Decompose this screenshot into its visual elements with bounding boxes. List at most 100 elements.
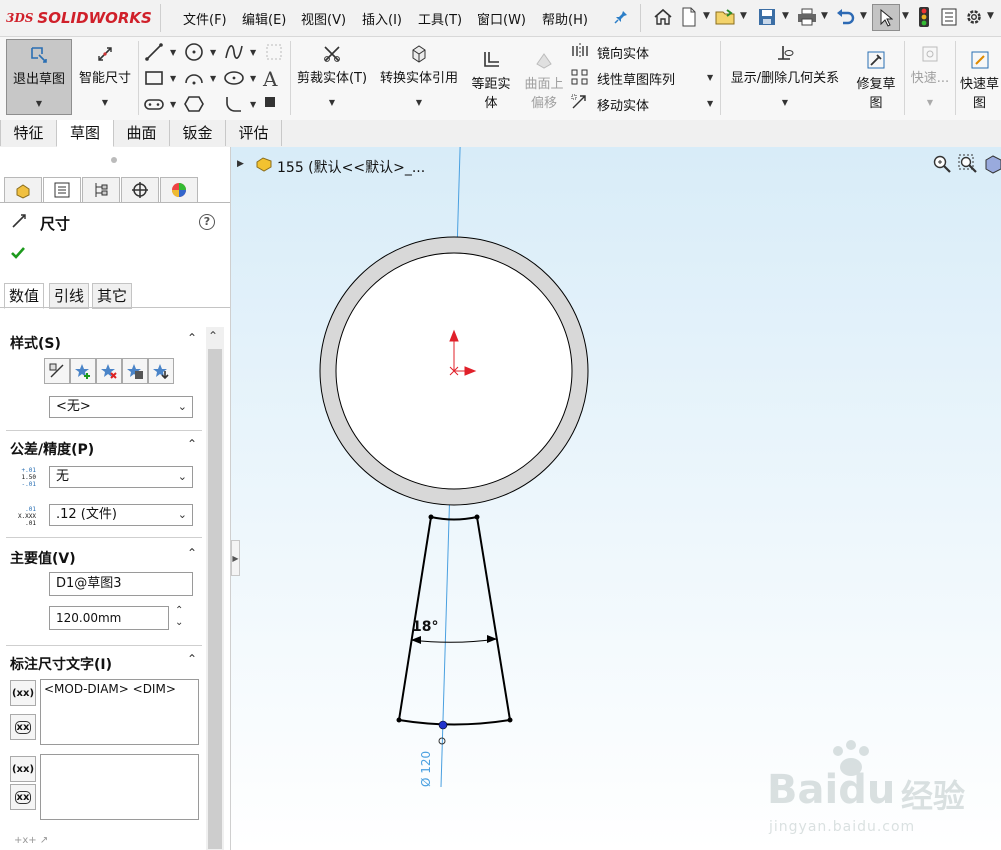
tolerance-section-title[interactable]: 公差/精度(P) <box>10 439 94 459</box>
trim-entities-button[interactable]: 剪裁实体(T) ▼ <box>293 39 371 115</box>
more-symbols-icon[interactable]: +x+ ↗ <box>14 835 48 846</box>
menu-edit[interactable]: 编辑(E) <box>242 9 286 28</box>
chevron-down-icon[interactable]: ▼ <box>250 74 256 83</box>
collapse-chevron-icon[interactable]: ⌃ <box>187 652 197 666</box>
property-manager-tab[interactable] <box>43 177 81 203</box>
pin-icon[interactable] <box>609 5 633 29</box>
move-entities-icon[interactable] <box>571 94 591 112</box>
chevron-down-icon[interactable]: ▼ <box>821 11 828 21</box>
spin-up-icon[interactable]: ⌃ <box>175 605 183 617</box>
endpoint[interactable] <box>474 514 480 520</box>
endpoint[interactable] <box>507 717 513 723</box>
add-parentheses-icon[interactable]: (xx) <box>10 756 36 782</box>
help-icon[interactable]: ? <box>199 214 215 230</box>
undo-icon[interactable] <box>833 5 857 29</box>
diameter-dimension-label[interactable]: Ø 120 <box>419 751 433 787</box>
open-folder-icon[interactable] <box>714 5 738 29</box>
tab-sketch[interactable]: 草图 <box>56 120 114 147</box>
mirror-entities-label[interactable]: 镜向实体 <box>597 43 649 62</box>
tab-features[interactable]: 特征 <box>0 120 57 146</box>
chevron-down-icon[interactable]: ▼ <box>703 11 710 21</box>
solidworks-logo[interactable]: 3DS SOLIDWORKS <box>6 6 152 30</box>
chevron-down-icon[interactable]: ▼ <box>250 100 256 109</box>
dimension-name-field[interactable]: D1@草图3 <box>49 572 193 596</box>
point-icon[interactable] <box>265 97 275 107</box>
style-section-title[interactable]: 样式(S) <box>10 333 61 353</box>
selected-point[interactable] <box>438 720 448 730</box>
angle-dimension-arc[interactable] <box>410 638 498 643</box>
mirror-icon[interactable] <box>571 43 591 61</box>
menu-file[interactable]: 文件(F) <box>183 9 227 28</box>
menu-tools[interactable]: 工具(T) <box>418 9 462 28</box>
dimension-text-area[interactable]: <MOD-DIAM> <DIM> <box>40 679 199 745</box>
top-arc[interactable] <box>430 516 478 521</box>
arc-icon[interactable] <box>183 67 207 89</box>
rectangle-icon[interactable] <box>143 67 167 89</box>
dimension-text-section-title[interactable]: 标注尺寸文字(I) <box>10 654 112 674</box>
rebuild-traffic-light-icon[interactable] <box>912 5 936 29</box>
rapid-sketch-button[interactable]: 快速草 图 <box>958 39 1001 115</box>
construction-geometry-icon[interactable] <box>263 41 287 63</box>
configuration-manager-tab[interactable] <box>82 177 120 203</box>
tab-leaders[interactable]: 引线 <box>49 283 90 309</box>
collapse-chevron-icon[interactable]: ⌃ <box>187 331 197 345</box>
smart-dimension-button[interactable]: 智能尺寸 ▼ <box>74 39 136 115</box>
chevron-down-icon[interactable]: ▼ <box>210 48 216 57</box>
primary-value-section-title[interactable]: 主要值(V) <box>10 548 76 568</box>
polygon-icon[interactable] <box>183 93 207 115</box>
ellipse-icon[interactable] <box>223 67 247 89</box>
endpoint[interactable] <box>396 717 402 723</box>
collapse-chevron-icon[interactable]: ⌃ <box>187 546 197 560</box>
dimension-text-area-2[interactable] <box>40 754 199 820</box>
linear-pattern-label[interactable]: 线性草图阵列 <box>597 69 675 88</box>
chevron-down-icon[interactable]: ▼ <box>7 99 71 108</box>
chevron-down-icon[interactable]: ▼ <box>170 74 176 83</box>
exit-sketch-button[interactable]: 退出草图 ▼ <box>6 39 72 115</box>
splitter-dot[interactable] <box>111 157 117 163</box>
slot-icon[interactable] <box>143 93 167 115</box>
add-style-icon[interactable] <box>70 358 96 384</box>
save-icon[interactable] <box>755 5 779 29</box>
fillet-icon[interactable] <box>223 93 247 115</box>
style-select[interactable]: <无> ⌄ <box>49 396 193 418</box>
home-icon[interactable] <box>651 5 675 29</box>
file-properties-icon[interactable] <box>937 5 961 29</box>
inspection-dimension-icon[interactable]: xx <box>10 714 36 740</box>
repair-sketch-button[interactable]: 修复草 图 <box>850 39 902 115</box>
quick-snaps-button[interactable]: 快速... ▼ <box>906 39 954 115</box>
endpoint[interactable] <box>428 514 434 520</box>
feature-manager-tab[interactable] <box>4 177 42 203</box>
chevron-down-icon[interactable]: ▼ <box>210 74 216 83</box>
spin-down-icon[interactable]: ⌄ <box>175 617 183 629</box>
chevron-down-icon[interactable]: ▼ <box>170 48 176 57</box>
chevron-down-icon[interactable]: ▼ <box>74 98 136 107</box>
chevron-down-icon[interactable]: ▼ <box>723 98 847 107</box>
apply-default-style-icon[interactable] <box>44 358 70 384</box>
panel-scrollbar[interactable]: ⌃ <box>206 327 224 850</box>
chevron-down-icon[interactable]: ▼ <box>250 48 256 57</box>
convert-entities-button[interactable]: 转换实体引用 ▼ <box>373 39 465 115</box>
display-relations-button[interactable]: 显示/删除几何关系 ▼ <box>723 39 847 115</box>
checkmark-icon[interactable] <box>10 246 26 264</box>
chevron-down-icon[interactable]: ▼ <box>782 11 789 21</box>
menu-help[interactable]: 帮助(H) <box>542 9 588 28</box>
load-style-icon[interactable] <box>148 358 174 384</box>
chevron-down-icon[interactable]: ▼ <box>902 11 909 21</box>
collapse-chevron-icon[interactable]: ⌃ <box>187 437 197 451</box>
tab-other[interactable]: 其它 <box>92 283 133 309</box>
delete-style-icon[interactable] <box>96 358 122 384</box>
display-manager-tab[interactable] <box>160 177 198 203</box>
bottom-arc[interactable] <box>398 719 511 726</box>
dimension-value-field[interactable]: 120.00mm <box>49 606 169 630</box>
print-icon[interactable] <box>795 5 819 29</box>
spline-icon[interactable] <box>223 41 247 63</box>
new-document-icon[interactable] <box>677 5 701 29</box>
tab-evaluate[interactable]: 评估 <box>225 120 282 146</box>
chevron-down-icon[interactable]: ▼ <box>906 98 954 107</box>
select-pointer-button[interactable] <box>872 4 900 31</box>
tab-sheet-metal[interactable]: 钣金 <box>169 120 226 146</box>
menu-insert[interactable]: 插入(I) <box>362 9 402 28</box>
add-parentheses-icon[interactable]: (xx) <box>10 680 36 706</box>
offset-on-surface-button[interactable]: 曲面上 偏移 <box>519 39 569 115</box>
chevron-down-icon[interactable]: ▼ <box>707 73 713 82</box>
